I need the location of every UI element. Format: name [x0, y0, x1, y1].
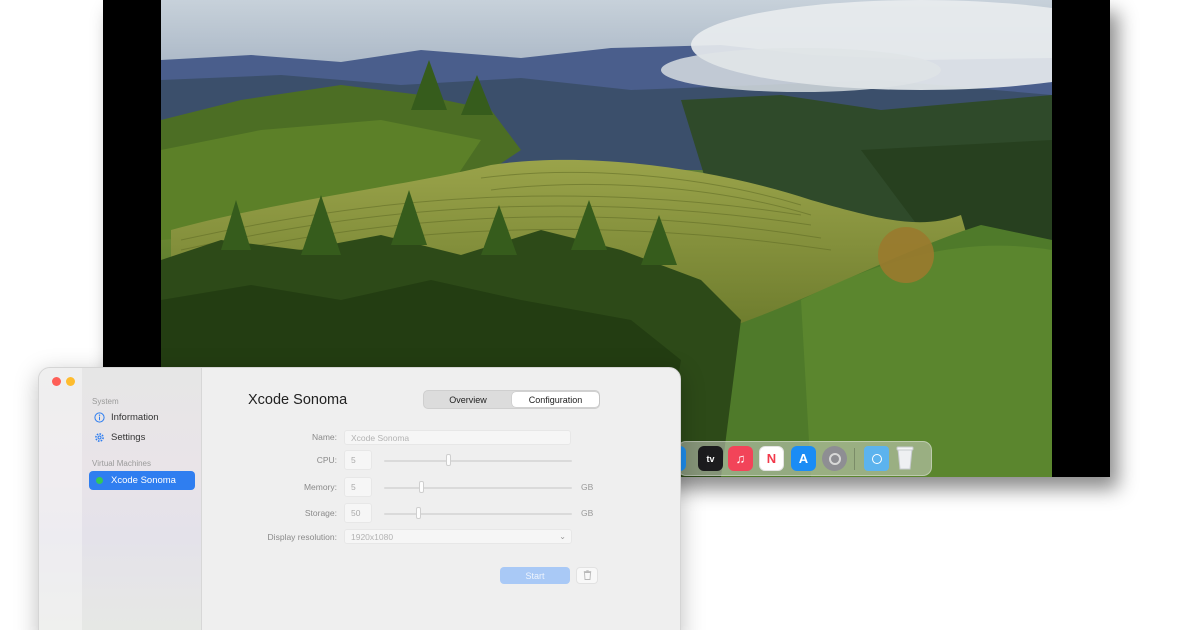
memory-value-field[interactable]: 5	[344, 477, 372, 497]
trash-icon	[583, 567, 592, 585]
delete-vm-button[interactable]	[576, 567, 598, 584]
trash-icon[interactable]	[896, 446, 921, 471]
name-field[interactable]: Xcode Sonoma	[344, 430, 571, 445]
display-resolution-select[interactable]: 1920x1080 ⌄	[344, 529, 572, 544]
cpu-label: CPU:	[316, 455, 337, 465]
dock-divider	[854, 448, 855, 470]
sidebar-item-xcode-sonoma[interactable]: Xcode Sonoma	[89, 471, 195, 490]
sidebar-item-label: Xcode Sonoma	[111, 475, 176, 486]
main-panel: Xcode Sonoma Overview Configuration Name…	[203, 368, 680, 630]
macos-dock: tv ♫ N A	[674, 441, 932, 476]
sidebar-item-settings[interactable]: Settings	[89, 428, 195, 447]
cpu-slider-knob[interactable]	[446, 454, 451, 466]
display-resolution-value: 1920x1080	[351, 531, 394, 542]
minimize-window-icon[interactable]	[66, 377, 75, 386]
storage-value-field[interactable]: 50	[344, 503, 372, 523]
sidebar-item-label: Information	[111, 412, 159, 423]
cpu-slider-track[interactable]	[384, 460, 572, 462]
downloads-folder-icon[interactable]	[864, 446, 889, 471]
vm-status-dot-icon	[94, 475, 105, 486]
info-icon	[94, 412, 105, 423]
tab-configuration[interactable]: Configuration	[512, 392, 599, 407]
memory-label: Memory:	[303, 482, 337, 492]
storage-slider-track[interactable]	[384, 513, 572, 515]
music-icon[interactable]: ♫	[728, 446, 753, 471]
display-resolution-label: Display resolution:	[267, 532, 337, 542]
tab-bar: Overview Configuration	[423, 390, 600, 409]
news-icon[interactable]: N	[759, 446, 784, 471]
storage-unit: GB	[581, 508, 594, 518]
memory-unit: GB	[581, 482, 594, 492]
sidebar-section-system: System	[92, 397, 119, 406]
cpu-value-field[interactable]: 5	[344, 450, 372, 470]
storage-label: Storage:	[304, 508, 337, 518]
memory-slider-track[interactable]	[384, 487, 572, 489]
name-label: Name:	[311, 432, 337, 442]
app-store-icon[interactable]: A	[791, 446, 816, 471]
sidebar-item-information[interactable]: Information	[89, 408, 195, 427]
memory-slider-knob[interactable]	[419, 481, 424, 493]
apple-tv-icon[interactable]: tv	[698, 446, 723, 471]
tab-overview[interactable]: Overview	[425, 392, 511, 407]
sidebar-item-label: Settings	[111, 432, 146, 443]
close-window-icon[interactable]	[52, 377, 61, 386]
app-window: System Information Settings Virtual Mach…	[38, 367, 681, 630]
sidebar-strip	[39, 368, 82, 630]
storage-slider-knob[interactable]	[416, 507, 421, 519]
start-button[interactable]: Start	[500, 567, 570, 584]
sidebar-section-virtual-machines: Virtual Machines	[92, 459, 151, 468]
sidebar: System Information Settings Virtual Mach…	[39, 368, 202, 630]
gear-icon	[94, 432, 105, 443]
vm-title: Xcode Sonoma	[248, 392, 348, 408]
chevron-up-down-icon: ⌄	[559, 532, 566, 541]
system-settings-icon[interactable]	[822, 446, 847, 471]
apple-tv-label: tv	[706, 453, 715, 464]
